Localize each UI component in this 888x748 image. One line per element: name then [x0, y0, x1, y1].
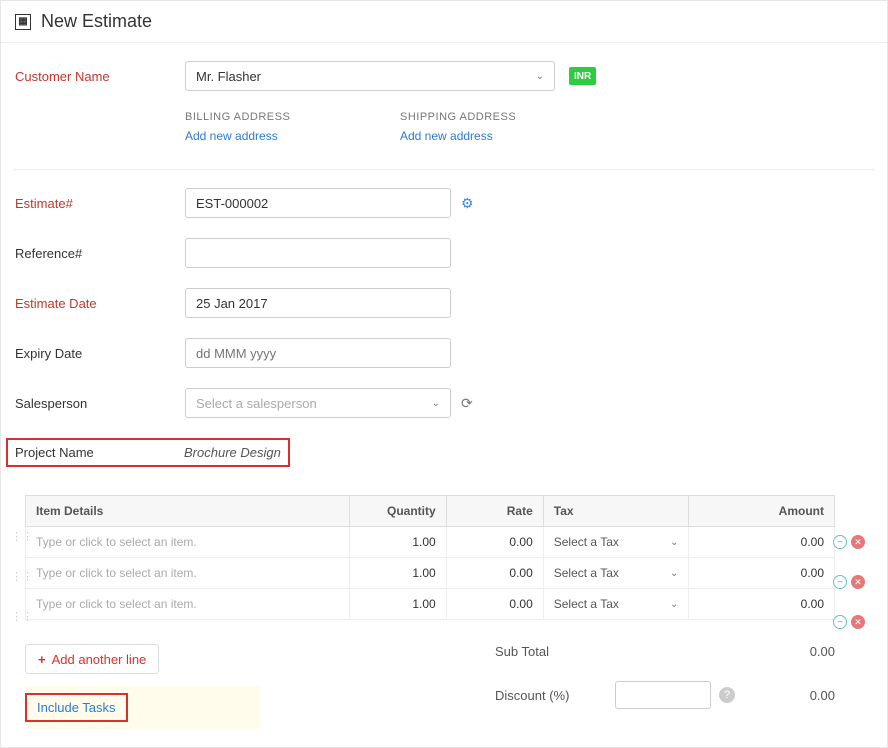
reference-input[interactable] [185, 238, 451, 268]
divider [13, 169, 875, 170]
estimate-number-label: Estimate# [13, 196, 185, 211]
remove-row-icon[interactable]: − [833, 575, 847, 589]
tax-cell[interactable]: Select a Tax⌄ [543, 527, 689, 558]
col-quantity: Quantity [349, 496, 446, 527]
col-tax: Tax [543, 496, 689, 527]
page-title: New Estimate [41, 11, 152, 32]
help-icon[interactable]: ? [719, 687, 735, 703]
estimate-icon: ▦ [15, 14, 31, 30]
delete-row-icon[interactable]: ✕ [851, 575, 865, 589]
salesperson-label: Salesperson [13, 396, 185, 411]
project-name-value: Brochure Design [184, 445, 281, 460]
chevron-down-icon: ⌄ [670, 537, 678, 548]
remove-row-icon[interactable]: − [833, 615, 847, 629]
page-header: ▦ New Estimate [1, 1, 887, 43]
tax-cell[interactable]: Select a Tax⌄ [543, 558, 689, 589]
customer-name-label: Customer Name [13, 69, 185, 84]
quantity-cell[interactable]: 1.00 [349, 527, 446, 558]
billing-address-title: BILLING ADDRESS [185, 111, 400, 123]
quantity-cell[interactable]: 1.00 [349, 589, 446, 620]
item-row: Type or click to select an item.1.000.00… [26, 589, 835, 620]
item-details-cell[interactable]: Type or click to select an item. [26, 558, 350, 589]
col-item-details: Item Details [26, 496, 350, 527]
quantity-cell[interactable]: 1.00 [349, 558, 446, 589]
estimate-date-input[interactable] [185, 288, 451, 318]
drag-handle-icon[interactable]: ⋮⋮ [11, 615, 23, 619]
shipping-address-title: SHIPPING ADDRESS [400, 111, 615, 123]
remove-row-icon[interactable]: − [833, 535, 847, 549]
customer-select[interactable]: Mr. Flasher ⌄ [185, 61, 555, 91]
chevron-down-icon: ⌄ [536, 71, 544, 82]
item-row: Type or click to select an item.1.000.00… [26, 527, 835, 558]
add-another-line-button[interactable]: + Add another line [25, 644, 159, 674]
amount-cell: 0.00 [689, 589, 835, 620]
col-rate: Rate [446, 496, 543, 527]
delete-row-icon[interactable]: ✕ [851, 535, 865, 549]
item-placeholder: Type or click to select an item. [36, 566, 197, 580]
include-tasks-link[interactable]: Include Tasks [25, 693, 128, 722]
plus-icon: + [38, 652, 46, 667]
rate-cell[interactable]: 0.00 [446, 558, 543, 589]
billing-address-add-link[interactable]: Add new address [185, 129, 400, 143]
salesperson-select[interactable]: Select a salesperson ⌄ [185, 388, 451, 418]
chevron-down-icon: ⌄ [670, 568, 678, 579]
shipping-address-add-link[interactable]: Add new address [400, 129, 615, 143]
salesperson-placeholder: Select a salesperson [196, 396, 317, 411]
col-amount: Amount [689, 496, 835, 527]
discount-label: Discount (%) [495, 688, 615, 703]
item-placeholder: Type or click to select an item. [36, 535, 197, 549]
reference-label: Reference# [13, 246, 185, 261]
delete-row-icon[interactable]: ✕ [851, 615, 865, 629]
drag-handle-icon[interactable]: ⋮⋮ [11, 535, 23, 539]
tax-cell[interactable]: Select a Tax⌄ [543, 589, 689, 620]
subtotal-value: 0.00 [755, 644, 835, 659]
subtotal-label: Sub Total [495, 644, 615, 659]
discount-value: 0.00 [755, 688, 835, 703]
discount-input[interactable] [615, 681, 711, 709]
item-row: Type or click to select an item.1.000.00… [26, 558, 835, 589]
currency-badge: INR [569, 67, 596, 85]
rate-cell[interactable]: 0.00 [446, 589, 543, 620]
item-details-cell[interactable]: Type or click to select an item. [26, 589, 350, 620]
amount-cell: 0.00 [689, 527, 835, 558]
rate-cell[interactable]: 0.00 [446, 527, 543, 558]
gear-icon[interactable]: ⚙ [461, 195, 474, 212]
customer-select-value: Mr. Flasher [196, 69, 261, 84]
estimate-date-label: Estimate Date [13, 296, 185, 311]
refresh-icon[interactable]: ⟳ [461, 395, 473, 412]
amount-cell: 0.00 [689, 558, 835, 589]
item-details-cell[interactable]: Type or click to select an item. [26, 527, 350, 558]
estimate-number-input[interactable] [185, 188, 451, 218]
chevron-down-icon: ⌄ [432, 398, 440, 409]
expiry-date-label: Expiry Date [13, 346, 185, 361]
item-placeholder: Type or click to select an item. [36, 597, 197, 611]
drag-handle-icon[interactable]: ⋮⋮ [11, 575, 23, 579]
project-name-label: Project Name [15, 445, 184, 460]
expiry-date-input[interactable] [185, 338, 451, 368]
chevron-down-icon: ⌄ [670, 599, 678, 610]
project-name-highlight: Project Name Brochure Design [6, 438, 290, 467]
add-line-label: Add another line [52, 652, 147, 667]
items-table: Item Details Quantity Rate Tax Amount Ty… [25, 495, 835, 620]
